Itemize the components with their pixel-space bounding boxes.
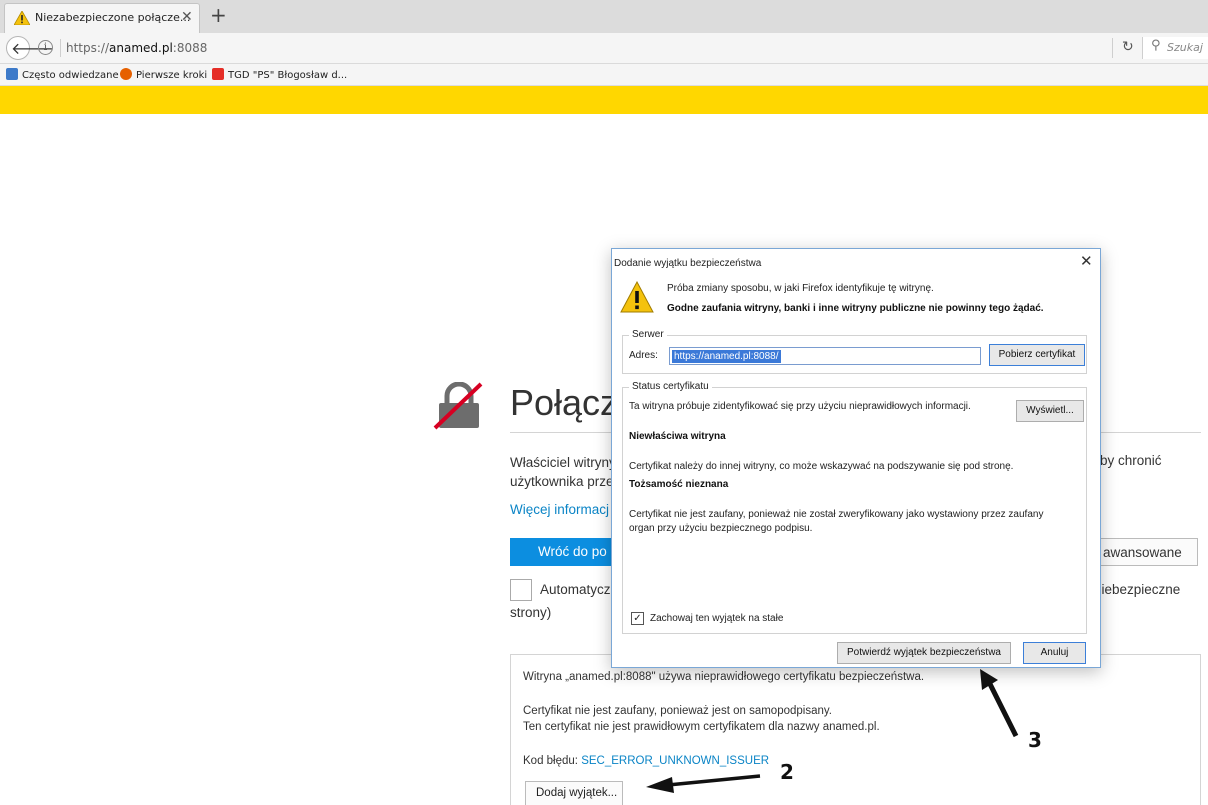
dialog-close-icon[interactable]: ✕ [1080, 252, 1093, 270]
search-placeholder: Szukaj [1167, 41, 1203, 54]
info-icon[interactable]: i [38, 40, 53, 55]
address-value: https://anamed.pl:8088/ [672, 350, 781, 363]
tab-title: Niezabezpieczone połącze... [35, 11, 191, 24]
security-exception-dialog: Dodanie wyjątku bezpieczeństwa ✕ Próba z… [611, 248, 1101, 668]
auto-report-label-cont: strony) [510, 605, 552, 620]
wrong-site-title: Niewłaściwa witryna [629, 431, 726, 442]
description-line: Właściciel witryny [510, 455, 616, 470]
dialog-warning-message: Godne zaufania witryny, banki i inne wit… [667, 303, 1044, 314]
view-certificate-button[interactable]: Wyświetl... [1016, 400, 1084, 422]
warning-icon [620, 281, 654, 313]
unknown-identity-text: organ przy użyciu bezpiecznego podpisu. [629, 523, 813, 534]
address-label: Adres: [629, 350, 658, 361]
permanent-exception-label: Zachowaj ten wyjątek na stałe [650, 613, 784, 624]
error-description: Właściciel witryny użytkownika prze [510, 453, 616, 491]
bookmark-folder-icon [6, 68, 18, 80]
cancel-button[interactable]: Anuluj [1023, 642, 1086, 664]
auto-report-checkbox[interactable] [510, 579, 532, 601]
tab-bar: Niezabezpieczone połącze... ✕ + [0, 0, 1208, 33]
bookmark-tgd[interactable]: TGD "PS" Błogosław d... [212, 68, 347, 81]
status-group-label: Status certyfikatu [629, 381, 712, 392]
tab-close-icon[interactable]: ✕ [181, 9, 193, 25]
permanent-exception-checkbox[interactable]: ✓ [631, 612, 644, 625]
annotation-label-3: 3 [1028, 728, 1042, 752]
bookmark-frequent[interactable]: Często odwiedzane [6, 68, 119, 81]
dialog-title: Dodanie wyjątku bezpieczeństwa [614, 258, 762, 269]
description-line: użytkownika prze [510, 474, 614, 489]
error-code-label: Kod błędu: [523, 755, 582, 767]
add-exception-button[interactable]: Dodaj wyjątek... [525, 781, 623, 805]
bookmarks-bar: Często odwiedzane Pierwsze kroki TGD "PS… [0, 64, 1208, 86]
more-info-link[interactable]: Więcej informacj [510, 502, 609, 517]
advanced-line: Ten certyfikat nie jest prawidłowym cert… [523, 721, 880, 733]
error-code-link[interactable]: SEC_ERROR_UNKNOWN_ISSUER [581, 755, 769, 767]
youtube-icon [212, 68, 224, 80]
url-host: anamed.pl [109, 41, 173, 55]
new-tab-icon[interactable]: + [210, 3, 227, 27]
advanced-panel: Witryna „anamed.pl:8088" używa nieprawid… [510, 654, 1201, 805]
status-intro: Ta witryna próbuje zidentyfikować się pr… [629, 401, 971, 412]
url-separator-right [1112, 38, 1113, 58]
bookmark-label: TGD "PS" Błogosław d... [228, 70, 348, 81]
url-separator [60, 39, 61, 57]
annotation-label-2: 2 [780, 760, 794, 784]
back-button[interactable]: 🡐 [6, 36, 54, 60]
tab-active[interactable]: Niezabezpieczone połącze... ✕ [4, 3, 200, 33]
auto-report-label: Automatycz [540, 582, 611, 597]
warning-bar [0, 86, 1208, 114]
bookmark-label: Pierwsze kroki [136, 70, 208, 81]
description-tail: by chronić [1100, 453, 1162, 468]
browser-window: Niezabezpieczone połącze... ✕ + 🡐 i http… [0, 0, 1208, 805]
dialog-message: Próba zmiany sposobu, w jaki Firefox ide… [667, 283, 934, 294]
unknown-identity-title: Tożsamość nieznana [629, 479, 729, 490]
server-group: Serwer Adres: https://anamed.pl:8088/ Po… [622, 329, 1087, 374]
address-input[interactable]: https://anamed.pl:8088/ [669, 347, 981, 365]
fetch-certificate-button[interactable]: Pobierz certyfikat [989, 344, 1085, 366]
unknown-identity-text: Certyfikat nie jest zaufany, ponieważ ni… [629, 509, 1044, 520]
warning-icon [14, 11, 30, 25]
broken-lock-icon [433, 382, 483, 430]
server-group-label: Serwer [629, 329, 667, 340]
url-port: :8088 [172, 41, 208, 55]
bookmark-label: Często odwiedzane [22, 70, 119, 81]
url-prefix: https:// [66, 41, 110, 55]
certificate-status-group: Status certyfikatu Ta witryna próbuje zi… [622, 381, 1087, 634]
search-input[interactable]: ⚲ Szukaj [1142, 37, 1208, 59]
advanced-hidden-line: Witryna „anamed.pl:8088" używa nieprawid… [523, 671, 925, 683]
nav-bar: 🡐 i https://anamed.pl:8088 ↻ ⚲ Szukaj [0, 33, 1208, 64]
auto-report-label-tail: niebezpieczne [1094, 582, 1181, 597]
error-code-line: Kod błędu: SEC_ERROR_UNKNOWN_ISSUER [523, 755, 769, 767]
advanced-line: Certyfikat nie jest zaufany, ponieważ je… [523, 705, 832, 717]
reload-icon[interactable]: ↻ [1122, 39, 1134, 55]
bookmark-first-steps[interactable]: Pierwsze kroki [120, 68, 207, 81]
url-input[interactable]: https://anamed.pl:8088 [66, 41, 207, 55]
confirm-exception-button[interactable]: Potwierdź wyjątek bezpieczeństwa [837, 642, 1011, 664]
firefox-icon [120, 68, 132, 80]
wrong-site-text: Certyfikat należy do innej witryny, co m… [629, 461, 1014, 472]
search-icon: ⚲ [1151, 38, 1161, 53]
